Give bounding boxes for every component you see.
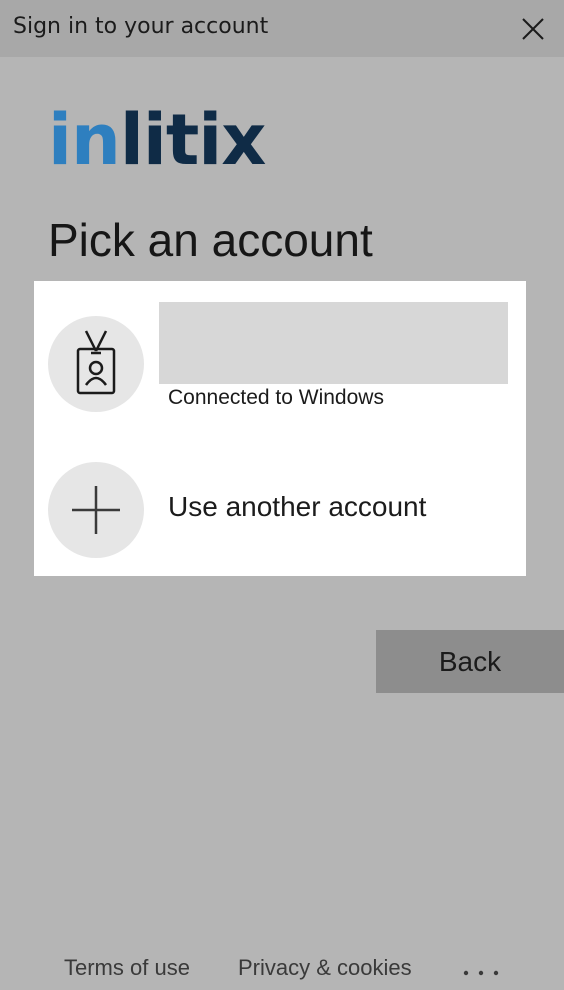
privacy-cookies-link[interactable]: Privacy & cookies — [238, 955, 412, 981]
use-another-account-label: Use another account — [168, 491, 427, 522]
close-button[interactable] — [502, 0, 564, 57]
account-name-redacted — [159, 302, 508, 384]
add-account-avatar — [48, 462, 144, 558]
id-badge-icon — [76, 330, 116, 395]
company-logo: inlitix — [48, 99, 267, 181]
footer: Terms of use Privacy & cookies — [0, 950, 564, 990]
account-avatar — [48, 316, 144, 412]
window-title: Sign in to your account — [13, 14, 269, 39]
use-another-account-tile[interactable]: Use another account — [34, 427, 526, 576]
plus-icon — [72, 486, 120, 534]
logo-part-in: in — [48, 99, 121, 181]
back-button[interactable]: Back — [376, 630, 564, 693]
account-list: Connected to Windows Use another account — [34, 281, 526, 576]
account-subtitle: Connected to Windows — [168, 386, 384, 409]
terms-of-use-link[interactable]: Terms of use — [64, 955, 190, 981]
page-heading: Pick an account — [48, 214, 373, 266]
logo-part-litix: litix — [119, 99, 267, 181]
account-tile[interactable]: Connected to Windows — [34, 281, 526, 427]
close-icon — [522, 17, 544, 40]
title-bar: Sign in to your account — [0, 0, 564, 57]
ellipsis-icon[interactable] — [462, 968, 502, 978]
